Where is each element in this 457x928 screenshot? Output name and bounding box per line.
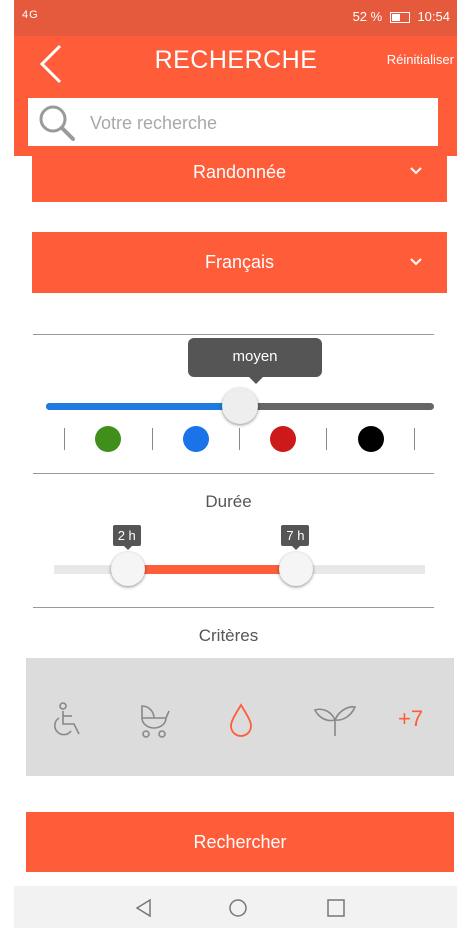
criteria-more-button[interactable]: +7 bbox=[398, 706, 423, 732]
divider bbox=[33, 334, 434, 335]
search-box[interactable] bbox=[28, 98, 438, 146]
difficulty-tick bbox=[64, 428, 65, 450]
duration-max-label: 7 h bbox=[281, 525, 310, 546]
stroller-icon bbox=[141, 705, 170, 738]
criteria-nature[interactable] bbox=[313, 702, 357, 738]
network-indicator: 4G bbox=[22, 9, 39, 21]
search-input[interactable] bbox=[88, 108, 432, 138]
nav-recents-icon[interactable] bbox=[326, 898, 346, 918]
difficulty-level-medium[interactable] bbox=[183, 426, 209, 452]
criteria-wheelchair[interactable] bbox=[50, 702, 86, 738]
difficulty-tooltip: moyen bbox=[188, 338, 322, 377]
plant-sprout-icon bbox=[313, 706, 357, 736]
difficulty-level-easy[interactable] bbox=[95, 426, 121, 452]
duration-slider-range bbox=[127, 565, 297, 574]
search-icon bbox=[39, 105, 75, 141]
activity-dropdown-label: Randonnée bbox=[192, 162, 287, 182]
duration-label: Durée bbox=[205, 492, 252, 511]
language-dropdown-label: Français bbox=[204, 252, 275, 272]
battery-icon bbox=[389, 12, 410, 24]
water-drop-icon bbox=[230, 703, 252, 737]
criteria-panel: +7 bbox=[26, 658, 454, 776]
duration-min-thumb[interactable] bbox=[110, 552, 145, 586]
duration-max-thumb[interactable] bbox=[279, 552, 314, 586]
search-button[interactable]: Rechercher bbox=[26, 812, 454, 872]
app-header: RECHERCHE Réinitialiser bbox=[14, 36, 457, 156]
difficulty-tick bbox=[239, 428, 240, 450]
chevron-down-icon bbox=[410, 257, 422, 265]
duration-max-label-arrow bbox=[291, 545, 302, 550]
status-bar: 4G 52 % 10:54 bbox=[14, 0, 457, 36]
divider bbox=[33, 473, 434, 474]
status-right: 52 % 10:54 bbox=[353, 9, 450, 24]
criteria-label: Critères bbox=[198, 626, 259, 645]
criteria-water[interactable] bbox=[223, 702, 259, 738]
system-nav-bar bbox=[14, 886, 457, 928]
difficulty-tick bbox=[152, 428, 153, 450]
divider bbox=[33, 607, 434, 608]
reset-button[interactable]: Réinitialiser bbox=[387, 52, 454, 67]
difficulty-slider-thumb[interactable] bbox=[222, 388, 258, 424]
duration-min-label: 2 h bbox=[112, 525, 141, 546]
nav-back-icon[interactable] bbox=[134, 898, 154, 918]
duration-min-label-arrow bbox=[122, 545, 133, 550]
difficulty-tick bbox=[414, 428, 415, 450]
language-dropdown[interactable]: Français bbox=[32, 232, 447, 293]
difficulty-level-expert[interactable] bbox=[358, 426, 384, 452]
difficulty-slider-fill bbox=[46, 403, 240, 410]
tooltip-arrow bbox=[248, 376, 264, 384]
activity-dropdown[interactable]: Randonnée bbox=[32, 150, 447, 202]
wheelchair-icon bbox=[54, 702, 80, 736]
difficulty-tick bbox=[326, 428, 327, 450]
chevron-down-icon bbox=[410, 167, 422, 175]
clock: 10:54 bbox=[417, 9, 450, 24]
nav-home-icon[interactable] bbox=[228, 898, 248, 918]
criteria-stroller[interactable] bbox=[136, 702, 172, 738]
battery-percent: 52 % bbox=[352, 9, 383, 24]
difficulty-level-hard[interactable] bbox=[270, 426, 296, 452]
